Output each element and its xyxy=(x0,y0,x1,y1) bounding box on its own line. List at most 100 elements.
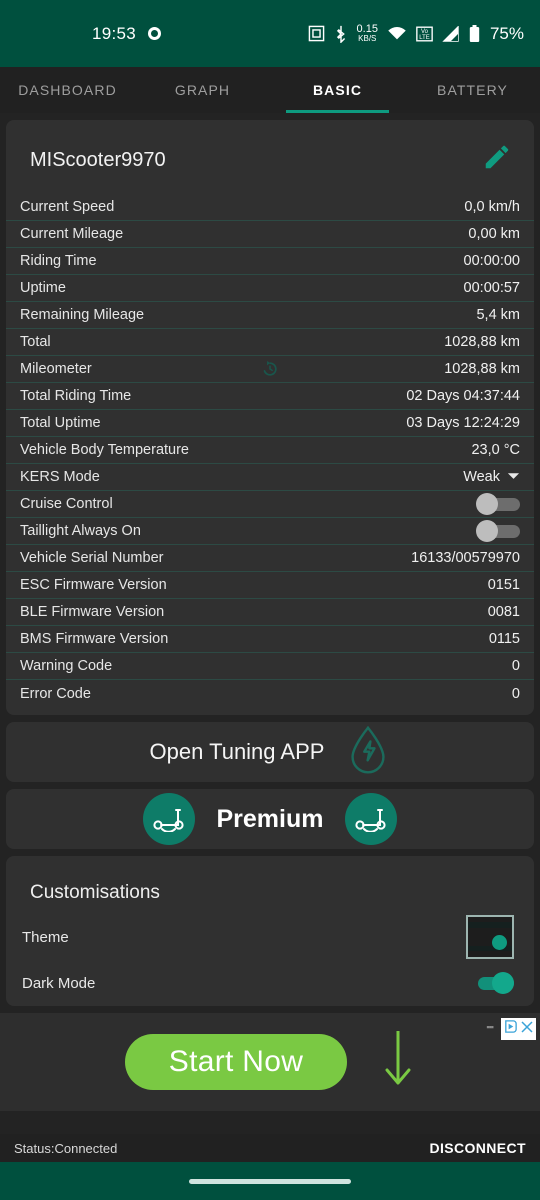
energy-drop-icon xyxy=(346,725,390,779)
table-row[interactable]: ESC Firmware Version 0151 xyxy=(6,572,534,599)
row-label: Remaining Mileage xyxy=(20,307,145,323)
row-value: 03 Days 12:24:29 xyxy=(406,415,520,431)
history-reset-icon[interactable] xyxy=(260,359,280,379)
table-row[interactable]: Total Riding Time 02 Days 04:37:44 xyxy=(6,383,534,410)
premium-button[interactable]: Premium xyxy=(6,789,534,849)
taillight-toggle[interactable] xyxy=(474,520,520,542)
ad-label-dots: ▪▪▪ xyxy=(486,1022,494,1032)
table-row[interactable]: Vehicle Serial Number 16133/00579970 xyxy=(6,545,534,572)
chevron-down-icon[interactable] xyxy=(507,468,520,486)
theme-preview-band-top xyxy=(468,922,512,928)
kers-mode-value: Weak xyxy=(463,469,500,485)
theme-preview-swatch[interactable] xyxy=(466,915,514,959)
row-label: Error Code xyxy=(20,685,91,702)
adchoices-icon[interactable] xyxy=(503,1019,518,1039)
table-row[interactable]: Current Speed 0,0 km/h xyxy=(6,194,534,221)
table-row[interactable]: Uptime 00:00:57 xyxy=(6,275,534,302)
row-label: KERS Mode xyxy=(20,469,100,485)
row-label: ESC Firmware Version xyxy=(20,577,167,593)
android-navigation-bar xyxy=(0,1162,540,1200)
kers-mode-row[interactable]: KERS Mode Weak xyxy=(6,464,534,491)
device-name-header: MIScooter9970 xyxy=(6,120,534,194)
row-label: Vehicle Body Temperature xyxy=(20,442,190,458)
info-row-list: Current Speed 0,0 km/h Current Mileage 0… xyxy=(6,194,534,715)
app-root: 19:53 0.15 KB/S Vo LTE 75% DASHBOARD GRA… xyxy=(0,0,540,1200)
table-row[interactable]: Warning Code 0 xyxy=(6,653,534,680)
theme-preview-accent-dot xyxy=(492,935,507,950)
tab-battery[interactable]: BATTERY xyxy=(405,67,540,113)
battery-icon xyxy=(469,24,480,43)
row-label: Cruise Control xyxy=(20,496,113,512)
row-label: BLE Firmware Version xyxy=(20,604,165,620)
customisations-title: Customisations xyxy=(30,882,160,903)
cruise-control-toggle[interactable] xyxy=(474,493,520,515)
toggle-thumb xyxy=(492,972,514,994)
nfc-icon xyxy=(308,25,325,42)
status-text: Status:Connected xyxy=(14,1140,118,1156)
system-clock: 19:53 xyxy=(92,23,137,43)
row-label: Total xyxy=(20,334,51,350)
row-label: BMS Firmware Version xyxy=(20,631,169,647)
theme-label: Theme xyxy=(22,928,69,946)
ad-controls[interactable] xyxy=(501,1018,536,1040)
row-value: 00:00:57 xyxy=(463,280,520,296)
theme-row[interactable]: Theme xyxy=(6,914,534,960)
table-row[interactable]: Vehicle Body Temperature 23,0 °C xyxy=(6,437,534,464)
start-now-button[interactable]: Start Now xyxy=(124,1034,348,1090)
connection-status-bar: Status:Connected DISCONNECT xyxy=(0,1134,540,1162)
table-row[interactable]: Mileometer 1028,88 km xyxy=(6,356,534,383)
row-value: 0 xyxy=(511,685,520,702)
scooter-icon xyxy=(142,793,195,845)
battery-percent-label: 75% xyxy=(489,23,524,43)
row-label: Total Riding Time xyxy=(20,388,132,404)
ad-banner[interactable]: Start Now ▪▪▪ xyxy=(0,1013,540,1111)
toggle-thumb xyxy=(476,493,498,515)
row-label: Riding Time xyxy=(20,253,97,269)
disconnect-button[interactable]: DISCONNECT xyxy=(429,1140,526,1156)
network-speed-icon: 0.15 KB/S xyxy=(356,23,378,43)
row-label: Mileometer xyxy=(20,361,92,377)
tab-basic[interactable]: BASIC xyxy=(270,67,405,113)
row-value: 0 xyxy=(511,658,520,674)
row-value: 5,4 km xyxy=(476,307,520,323)
cruise-control-row[interactable]: Cruise Control xyxy=(6,491,534,518)
svg-text:Vo: Vo xyxy=(421,29,429,35)
table-row[interactable]: BMS Firmware Version 0115 xyxy=(6,626,534,653)
wifi-icon xyxy=(387,26,407,41)
taillight-row[interactable]: Taillight Always On xyxy=(6,518,534,545)
dark-mode-toggle[interactable] xyxy=(468,972,514,994)
row-label: Vehicle Serial Number xyxy=(20,550,164,566)
cellular-signal-icon xyxy=(442,25,460,42)
row-value: 1028,88 km xyxy=(444,361,520,377)
row-value: 02 Days 04:37:44 xyxy=(406,388,520,404)
dark-mode-row[interactable]: Dark Mode xyxy=(6,960,534,1006)
row-label: Total Uptime xyxy=(20,415,101,431)
tab-bar: DASHBOARD GRAPH BASIC BATTERY xyxy=(0,67,540,113)
tab-graph[interactable]: GRAPH xyxy=(135,67,270,113)
table-row[interactable]: Riding Time 00:00:00 xyxy=(6,248,534,275)
status-bar-left: 19:53 xyxy=(92,23,162,44)
row-label: Warning Code xyxy=(20,658,113,674)
table-row[interactable]: Error Code 0 xyxy=(6,680,534,707)
row-label: Current Mileage xyxy=(20,226,124,242)
scooter-icon xyxy=(345,793,398,845)
home-gesture-pill[interactable] xyxy=(189,1178,351,1184)
row-label: Taillight Always On xyxy=(20,523,141,539)
row-value: 0151 xyxy=(487,577,520,593)
row-value: 0081 xyxy=(487,604,520,620)
table-row[interactable]: Total Uptime 03 Days 12:24:29 xyxy=(6,410,534,437)
customisations-card: Customisations Theme Dark Mode xyxy=(6,856,534,1006)
table-row[interactable]: Total 1028,88 km xyxy=(6,329,534,356)
tab-dashboard[interactable]: DASHBOARD xyxy=(0,67,135,113)
row-value: 23,0 °C xyxy=(471,442,520,458)
open-tuning-app-button[interactable]: Open Tuning APP xyxy=(6,722,534,782)
down-arrow-icon xyxy=(381,1029,415,1096)
pencil-icon[interactable] xyxy=(482,142,512,178)
table-row[interactable]: Current Mileage 0,00 km xyxy=(6,221,534,248)
row-label: Current Speed xyxy=(20,199,115,215)
table-row[interactable]: BLE Firmware Version 0081 xyxy=(6,599,534,626)
close-icon[interactable] xyxy=(520,1020,534,1039)
table-row[interactable]: Remaining Mileage 5,4 km xyxy=(6,302,534,329)
row-value: 16133/00579970 xyxy=(411,550,520,566)
row-value: 0115 xyxy=(488,631,520,647)
